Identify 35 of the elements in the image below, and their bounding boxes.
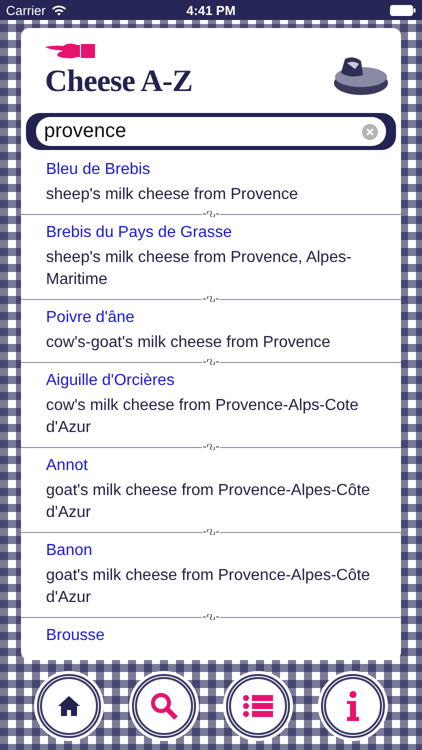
clock: 4:41 PM	[185, 2, 237, 18]
ornament-icon	[202, 444, 220, 450]
ornament-icon	[202, 296, 220, 302]
cheese-description: goat's milk cheese from Provence-Alpes-Côte d'Azur	[46, 566, 372, 608]
carrier-label: Carrier	[6, 2, 46, 18]
cheese-name[interactable]: Aiguille d'Orcières	[46, 371, 381, 391]
ornament-icon	[202, 359, 220, 365]
home-button[interactable]	[37, 674, 102, 738]
cheese-name[interactable]: Bleu de Brebis	[46, 160, 381, 180]
info-button[interactable]	[320, 674, 385, 738]
search-field[interactable]: provence	[36, 117, 386, 146]
cheese-drawing	[333, 55, 389, 97]
cheese-name[interactable]: Brebis du Pays de Grasse	[46, 223, 381, 243]
home-icon	[57, 694, 82, 718]
cheese-description: goat's milk cheese from Provence-Alpes-Côte d'Azur	[46, 481, 372, 523]
info-icon	[346, 691, 360, 721]
list-button[interactable]	[226, 674, 290, 738]
cheese-name[interactable]: Banon	[46, 541, 381, 561]
search-button[interactable]	[132, 674, 196, 738]
cheese-name[interactable]: Poivre d'âne	[46, 308, 381, 328]
search-icon	[150, 692, 178, 720]
battery-icon	[390, 4, 416, 16]
ornament-icon	[202, 529, 220, 535]
cheese-description: cow's milk cheese from Provence-Alps-Cote d'Azur	[46, 396, 360, 438]
ornament-icon	[202, 211, 220, 217]
cheese-description: sheep's milk cheese from Provence	[46, 185, 300, 205]
cheese-description: cow's-goat's milk cheese from Provence	[46, 333, 332, 353]
cheese-name[interactable]: Brousse	[46, 626, 381, 646]
app-title: Cheese A-Z	[45, 63, 192, 99]
cheese-name[interactable]: Annot	[46, 456, 381, 476]
cheese-description: sheep's milk cheese from Provence, Alpes-Maritime	[46, 248, 352, 290]
ornament-icon	[202, 614, 220, 620]
pointing-hand-icon	[45, 43, 95, 59]
list-icon	[243, 695, 274, 717]
wifi-icon	[50, 4, 67, 16]
